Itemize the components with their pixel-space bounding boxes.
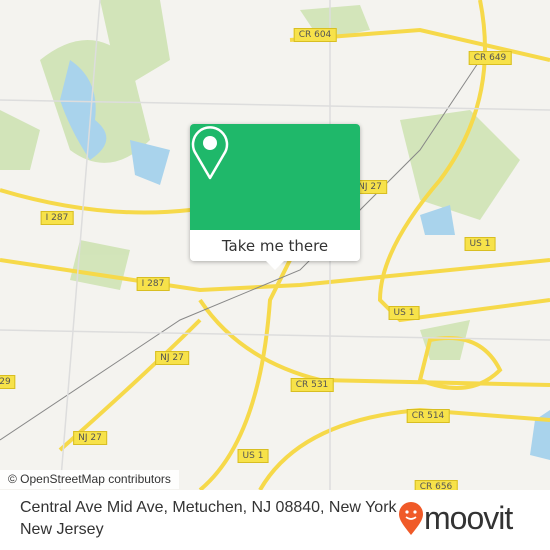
take-me-there-button[interactable]: Take me there xyxy=(190,230,360,261)
moovit-pin-icon xyxy=(399,501,423,535)
road-label: I 287 xyxy=(40,211,74,225)
map-attribution[interactable]: © OpenStreetMap contributors xyxy=(0,470,179,489)
address-text: Central Ave Mid Ave, Metuchen, NJ 08840,… xyxy=(20,499,407,538)
road-label: 29 xyxy=(0,375,16,389)
moovit-logo: moovit xyxy=(398,500,513,537)
popup-pointer xyxy=(266,261,284,270)
map[interactable]: CR 604 CR 649 NJ 27 I 287 US 1 I 287 US … xyxy=(0,0,550,490)
road-label: CR 656 xyxy=(414,480,458,490)
destination-popup: Take me there xyxy=(190,124,360,261)
road-label: US 1 xyxy=(464,237,496,251)
location-pin-icon xyxy=(191,126,229,180)
road-label: CR 649 xyxy=(468,51,512,65)
road-label: I 287 xyxy=(136,277,170,291)
road-label: US 1 xyxy=(388,306,420,320)
road-label: NJ 27 xyxy=(155,351,189,365)
road-label: NJ 27 xyxy=(73,431,107,445)
road-label: US 1 xyxy=(237,449,269,463)
road-label: CR 514 xyxy=(406,409,450,423)
road-label: CR 604 xyxy=(293,28,337,42)
road-label: CR 531 xyxy=(290,378,334,392)
brand-name: moovit xyxy=(424,500,513,536)
